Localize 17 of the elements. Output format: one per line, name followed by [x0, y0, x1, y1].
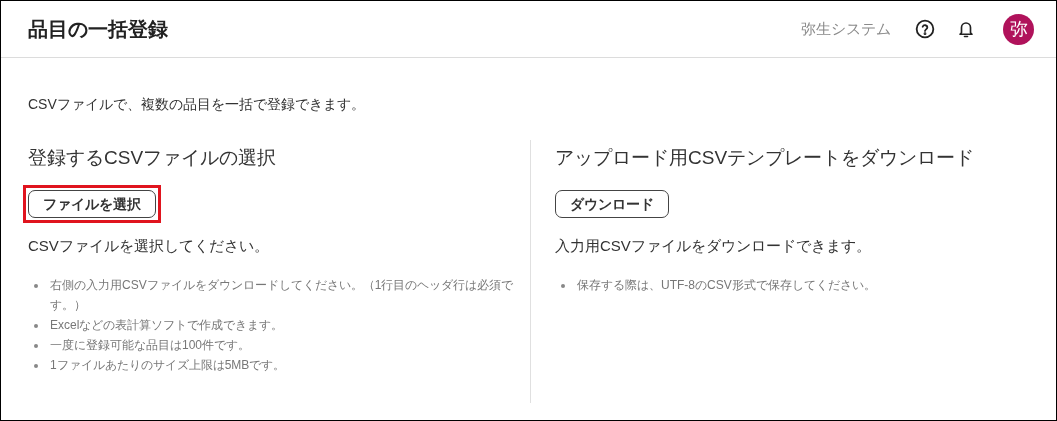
company-name[interactable]: 弥生システム: [801, 17, 891, 41]
intro-text: CSVファイルで、複数の品目を一括で登録できます。: [27, 95, 366, 114]
note-text: Excelなどの表計算ソフトで作成できます。: [50, 317, 284, 334]
section-heading: 登録するCSVファイルの選択: [28, 146, 278, 170]
page-title: 品目の一括登録: [28, 17, 168, 42]
note-text: 保存する際は、UTF-8のCSV形式で保存してください。: [577, 277, 876, 294]
note-text: 右側の入力用CSVファイルをダウンロードしてください。（1行目のヘッダ行は必須です。）: [50, 277, 514, 314]
user-avatar[interactable]: 弥: [1003, 13, 1034, 45]
section-description: 入力用CSVファイルをダウンロードできます。: [555, 236, 872, 256]
note-text: 一度に登録可能な品目は100件です。: [50, 337, 251, 354]
notification-bell-icon[interactable]: [957, 19, 975, 39]
help-icon[interactable]: [915, 19, 935, 39]
section-button[interactable]: ダウンロード: [555, 190, 669, 218]
section-description: CSVファイルを選択してください。: [28, 236, 270, 256]
section-button[interactable]: ファイルを選択: [28, 190, 156, 218]
section-heading: アップロード用CSVテンプレートをダウンロード: [555, 146, 976, 170]
note-text: 1ファイルあたりのサイズ上限は5MBです。: [50, 357, 286, 374]
